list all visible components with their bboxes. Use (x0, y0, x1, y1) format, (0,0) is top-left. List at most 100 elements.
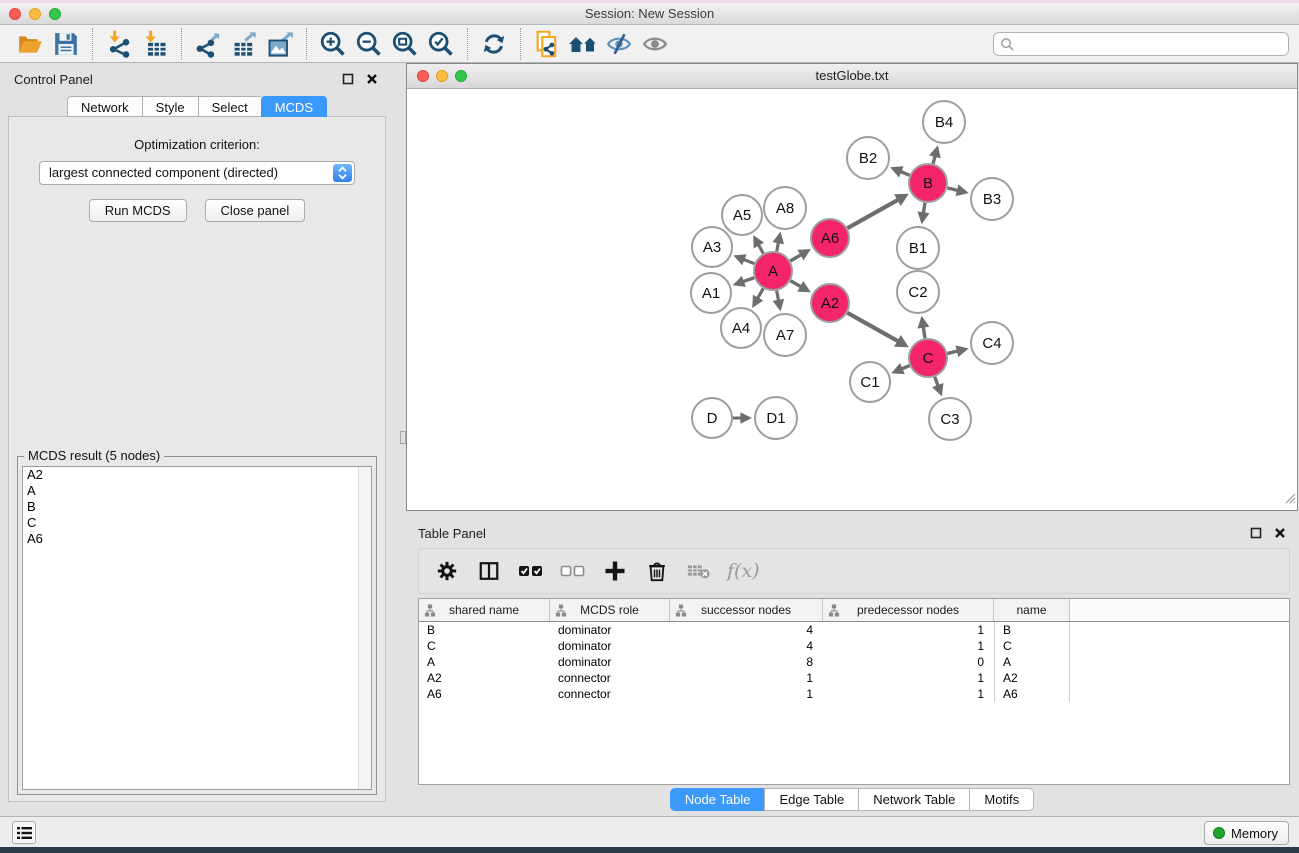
zoom-out-button[interactable] (351, 28, 387, 60)
cell-mcds-role[interactable]: connector (550, 670, 670, 686)
search-input[interactable] (1015, 34, 1288, 54)
tab-motifs[interactable]: Motifs (969, 788, 1034, 811)
graph-edge-A2-C[interactable] (847, 313, 898, 342)
graph-edge-C-C2[interactable] (923, 327, 925, 339)
graph-edge-A-A4[interactable] (758, 288, 764, 298)
cell-predecessor-nodes[interactable]: 1 (823, 686, 994, 702)
export-network-button[interactable] (190, 28, 226, 60)
apply-layout-button[interactable] (476, 28, 512, 60)
cell-successor-nodes[interactable]: 1 (670, 686, 823, 702)
column-header-predecessor-nodes[interactable]: predecessor nodes (823, 599, 994, 621)
cell-name[interactable]: B (994, 622, 1070, 638)
column-header-mcds-role[interactable]: MCDS role (550, 599, 670, 621)
export-table-button[interactable] (226, 28, 262, 60)
criterion-dropdown[interactable]: largest connected component (directed) (39, 161, 355, 185)
cell-shared-name[interactable]: B (419, 622, 550, 638)
tab-select[interactable]: Select (198, 96, 261, 117)
table-row[interactable]: A2connector11A2 (419, 670, 1289, 686)
graph-edge-B-B3[interactable] (947, 188, 958, 191)
resize-grip[interactable] (1282, 490, 1296, 509)
minimize-window-button[interactable] (29, 8, 41, 20)
cell-predecessor-nodes[interactable]: 1 (823, 638, 994, 654)
cell-shared-name[interactable]: A2 (419, 670, 550, 686)
delete-columns-button[interactable] (643, 557, 671, 585)
cell-successor-nodes[interactable]: 1 (670, 670, 823, 686)
tab-node-table[interactable]: Node Table (670, 788, 765, 811)
result-list-scrollbar[interactable] (358, 467, 371, 789)
node-table[interactable]: shared nameMCDS rolesuccessor nodesprede… (418, 598, 1290, 785)
table-close-button[interactable] (1272, 525, 1288, 541)
tab-style[interactable]: Style (142, 96, 198, 117)
tab-mcds[interactable]: MCDS (261, 96, 327, 117)
cell-name[interactable]: A2 (994, 670, 1070, 686)
cell-predecessor-nodes[interactable]: 1 (823, 670, 994, 686)
network-canvas[interactable]: B4B2BB3A8A5A6A3B1AA1C2A2A4A7C4CC1C3DD1 (407, 89, 1297, 510)
graph-edge-A-A1[interactable] (743, 278, 754, 282)
cell-predecessor-nodes[interactable]: 0 (823, 654, 994, 670)
cell-name[interactable]: A6 (994, 686, 1070, 702)
cell-successor-nodes[interactable]: 4 (670, 622, 823, 638)
graph-edge-B-B4[interactable] (933, 156, 935, 164)
mcds-result-item[interactable]: A6 (23, 531, 371, 547)
column-header-successor-nodes[interactable]: successor nodes (670, 599, 823, 621)
cell-predecessor-nodes[interactable]: 1 (823, 622, 994, 638)
cell-name[interactable]: C (994, 638, 1070, 654)
show-columns-button[interactable] (475, 557, 503, 585)
network-window-titlebar[interactable]: testGlobe.txt (407, 64, 1297, 89)
network-zoom-button[interactable] (455, 70, 467, 82)
close-window-button[interactable] (9, 8, 21, 20)
cell-mcds-role[interactable]: dominator (550, 638, 670, 654)
memory-button[interactable]: Memory (1204, 821, 1289, 845)
tab-network-table[interactable]: Network Table (858, 788, 969, 811)
deselect-all-columns-button[interactable] (559, 557, 587, 585)
cell-successor-nodes[interactable]: 4 (670, 638, 823, 654)
function-builder-button[interactable]: f(x) (727, 560, 760, 582)
column-header-shared-name[interactable]: shared name (419, 599, 550, 621)
create-column-button[interactable] (601, 557, 629, 585)
splitter-handle[interactable] (400, 431, 406, 444)
network-graph[interactable]: B4B2BB3A8A5A6A3B1AA1C2A2A4A7C4CC1C3DD1 (407, 89, 1297, 510)
zoom-window-button[interactable] (49, 8, 61, 20)
graph-edge-A-A7[interactable] (777, 291, 779, 301)
float-panel-button[interactable] (340, 71, 356, 87)
graph-edge-A6-B[interactable] (847, 200, 898, 229)
mcds-result-item[interactable]: B (23, 499, 371, 515)
run-mcds-button[interactable]: Run MCDS (89, 199, 187, 222)
graph-edge-A-A8[interactable] (777, 242, 779, 251)
delete-table-button[interactable] (685, 557, 713, 585)
mcds-result-list[interactable]: A2ABCA6 (22, 466, 372, 790)
cell-successor-nodes[interactable]: 8 (670, 654, 823, 670)
table-row[interactable]: Cdominator41C (419, 638, 1289, 654)
show-all-button[interactable] (637, 28, 673, 60)
cell-name[interactable]: A (994, 654, 1070, 670)
graph-edge-A-A2[interactable] (790, 281, 801, 287)
table-row[interactable]: A6connector11A6 (419, 686, 1289, 702)
mcds-result-item[interactable]: A2 (23, 467, 371, 483)
tab-edge-table[interactable]: Edge Table (764, 788, 858, 811)
select-all-columns-button[interactable] (517, 557, 545, 585)
graph-edge-C-C1[interactable] (901, 366, 909, 369)
cell-mcds-role[interactable]: connector (550, 686, 670, 702)
zoom-selected-button[interactable] (423, 28, 459, 60)
double-home-button[interactable] (565, 28, 601, 60)
graph-edge-C-C3[interactable] (935, 377, 938, 386)
open-file-button[interactable] (12, 28, 48, 60)
cell-shared-name[interactable]: A (419, 654, 550, 670)
graph-edge-A-A3[interactable] (743, 259, 754, 263)
new-network-from-selection-button[interactable] (529, 28, 565, 60)
tab-network[interactable]: Network (67, 96, 142, 117)
graph-edge-B-B1[interactable] (923, 203, 925, 214)
graph-edge-A-A6[interactable] (790, 255, 801, 261)
cell-mcds-role[interactable]: dominator (550, 654, 670, 670)
cell-shared-name[interactable]: C (419, 638, 550, 654)
table-float-button[interactable] (1248, 525, 1264, 541)
save-session-button[interactable] (48, 28, 84, 60)
zoom-fit-button[interactable] (387, 28, 423, 60)
export-image-button[interactable] (262, 28, 298, 60)
column-header-name[interactable]: name (994, 599, 1070, 621)
task-history-button[interactable] (12, 821, 36, 844)
zoom-in-button[interactable] (315, 28, 351, 60)
network-minimize-button[interactable] (436, 70, 448, 82)
graph-edge-A-A5[interactable] (758, 245, 763, 254)
import-network-button[interactable] (101, 28, 137, 60)
